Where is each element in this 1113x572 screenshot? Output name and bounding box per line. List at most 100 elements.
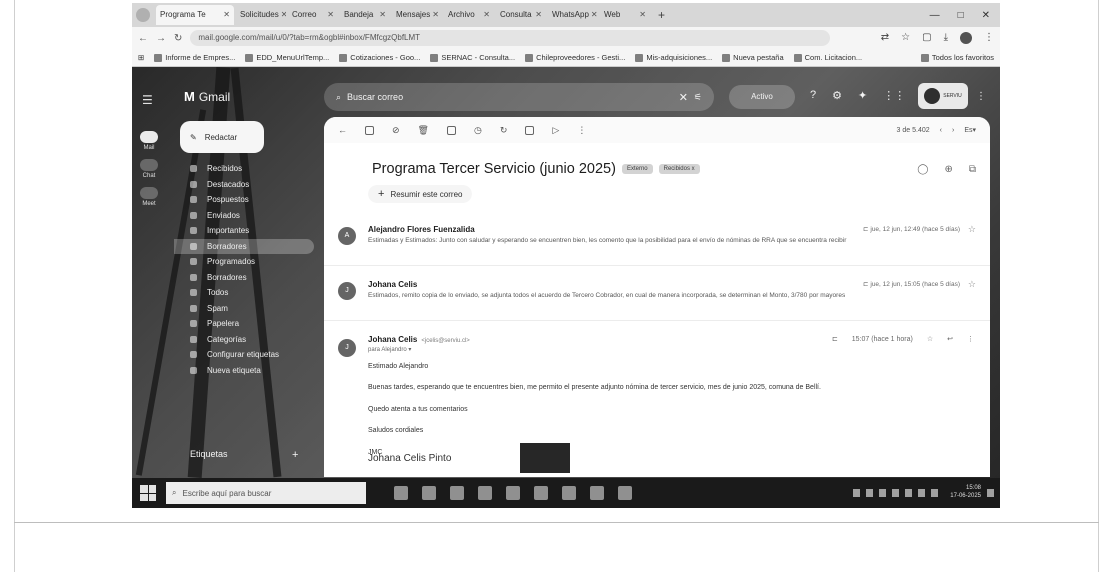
close-window-icon[interactable]: ✕ — [982, 10, 990, 21]
side-panel-icon[interactable]: ⋮ — [976, 91, 986, 102]
star-icon[interactable]: ☆ — [927, 335, 933, 343]
summarize-email-button[interactable]: + Resumir este correo — [368, 185, 473, 203]
rail-item-mail[interactable]: Mail — [135, 131, 163, 151]
nav-item[interactable]: Spam — [174, 301, 314, 317]
bookmark-item[interactable]: SERNAC - Consulta... — [430, 53, 515, 62]
reply-icon[interactable]: ↩ — [947, 335, 953, 343]
input-tools-icon[interactable]: Es▾ — [964, 126, 976, 134]
reload-icon[interactable]: ↻ — [174, 33, 182, 44]
close-tab-icon[interactable]: ✕ — [591, 5, 598, 25]
status-button[interactable]: Activo — [729, 85, 795, 109]
nav-item[interactable]: Papelera — [174, 316, 314, 332]
profile-avatar[interactable] — [960, 32, 972, 44]
translate-icon[interactable]: ⇄ — [881, 32, 889, 44]
back-to-inbox-icon[interactable]: ← — [338, 125, 347, 135]
tag-inbox[interactable]: Recibidos x — [658, 164, 700, 174]
nav-item[interactable]: Recibidos — [174, 161, 314, 177]
main-menu-icon[interactable]: ☰ — [142, 93, 153, 107]
nav-item[interactable]: Programados — [174, 254, 314, 270]
download-icon[interactable]: ⤓ — [944, 32, 948, 44]
nav-item[interactable]: Todos — [174, 285, 314, 301]
archive-icon[interactable] — [365, 125, 374, 135]
older-chevron-icon[interactable]: › — [952, 127, 954, 134]
bookmark-item[interactable]: EDD_MenuUrlTemp... — [245, 53, 329, 62]
bookmark-star-icon[interactable]: ☆ — [901, 32, 910, 44]
search-icon[interactable]: ⌕ — [336, 92, 341, 103]
more-options-icon[interactable]: ⋮ — [577, 125, 586, 136]
help-icon[interactable]: ? — [810, 89, 816, 102]
mail-icon[interactable] — [534, 486, 548, 500]
store-icon[interactable] — [506, 486, 520, 500]
gmail-logo[interactable]: M Gmail — [184, 89, 230, 104]
report-spam-icon[interactable]: ⊘ — [392, 125, 400, 136]
browser-menu-icon[interactable]: ⋮ — [984, 32, 994, 44]
wifi-icon[interactable] — [892, 489, 900, 497]
settings-gear-icon[interactable]: ⚙ — [832, 89, 842, 102]
edge-icon[interactable] — [422, 486, 436, 500]
message-more-icon[interactable]: ⋮ — [967, 335, 974, 343]
excel-icon[interactable] — [562, 486, 576, 500]
tray-icon[interactable] — [866, 489, 874, 497]
bookmark-item[interactable]: Nueva pestaña — [722, 53, 784, 62]
bookmark-item[interactable]: Cotizaciones - Goo... — [339, 53, 420, 62]
gemini-sparkle-icon[interactable]: ✦ — [858, 89, 867, 102]
task-view-icon[interactable] — [394, 486, 408, 500]
browser-tab[interactable]: Archivo ✕ — [444, 5, 494, 25]
clear-search-icon[interactable]: ✕ — [679, 91, 688, 104]
close-tab-icon[interactable]: ✕ — [432, 5, 439, 25]
add-task-icon[interactable]: ↻ — [500, 125, 508, 136]
message-sender[interactable]: Johana Celis — [368, 280, 417, 289]
close-tab-icon[interactable]: ✕ — [535, 5, 542, 25]
word-icon[interactable] — [618, 486, 632, 500]
nav-item[interactable]: Enviados — [174, 208, 314, 224]
search-mail-input[interactable]: ⌕ Buscar correo ✕ ⚟ — [324, 83, 714, 111]
nav-item[interactable]: Importantes — [174, 223, 314, 239]
close-tab-icon[interactable]: ✕ — [281, 5, 286, 25]
nav-item[interactable]: Destacados — [174, 177, 314, 193]
close-tab-icon[interactable]: ✕ — [483, 5, 490, 25]
star-icon[interactable]: ☆ — [968, 279, 976, 290]
browser-tab[interactable]: Correo ✕ — [288, 5, 338, 25]
new-tab-plus-icon[interactable]: + — [652, 8, 671, 22]
open-new-window-icon[interactable]: ⧉ — [969, 164, 976, 175]
move-to-icon[interactable] — [525, 125, 535, 135]
maximize-icon[interactable]: □ — [958, 10, 964, 21]
message-sender[interactable]: Alejandro Flores Fuenzalida — [368, 225, 475, 234]
browser-tab[interactable]: Web ✕ — [600, 5, 650, 25]
bookmark-item[interactable]: Informe de Empres... — [154, 53, 235, 62]
browser-tab[interactable]: Consulta ✕ — [496, 5, 546, 25]
open-message-sender[interactable]: Johana Celis — [368, 335, 417, 344]
close-tab-icon[interactable]: ✕ — [327, 5, 334, 25]
notifications-icon[interactable] — [987, 489, 994, 497]
tag-external[interactable]: Externo — [621, 164, 653, 174]
minimize-icon[interactable]: — — [930, 10, 940, 21]
label-icon[interactable]: ▷ — [552, 125, 559, 136]
tray-icon[interactable] — [853, 489, 861, 497]
language-icon[interactable] — [931, 489, 939, 497]
browser-tab[interactable]: Bandeja ✕ — [340, 5, 390, 25]
newer-chevron-icon[interactable]: ‹ — [940, 127, 942, 134]
file-explorer-icon[interactable] — [478, 486, 492, 500]
account-button[interactable]: SERVIU — [918, 83, 968, 109]
nav-item[interactable]: Borradores — [174, 238, 314, 254]
add-label-plus-icon[interactable]: + — [292, 449, 298, 461]
delete-icon[interactable]: 🗑 — [418, 125, 429, 136]
tab-search-icon[interactable] — [136, 8, 150, 22]
taskbar-clock[interactable]: 15:08 17-06-2025 — [950, 485, 981, 501]
bookmark-item[interactable]: Chileproveedores - Gesti... — [525, 53, 625, 62]
taskbar-search-input[interactable]: ⌕ Escribe aquí para buscar — [166, 482, 366, 504]
collapsed-message[interactable]: J Johana Celis Estimados, remito copia de … — [324, 266, 990, 321]
chrome-icon[interactable] — [450, 486, 464, 500]
nav-item[interactable]: Nueva etiqueta — [174, 363, 314, 379]
battery-icon[interactable] — [918, 489, 926, 497]
snooze-clock-icon[interactable]: ◷ — [474, 125, 482, 136]
volume-icon[interactable] — [905, 489, 913, 497]
star-icon[interactable]: ☆ — [968, 224, 976, 235]
tray-icon[interactable] — [879, 489, 887, 497]
nav-item[interactable]: Pospuestos — [174, 192, 314, 208]
rail-item-chat[interactable]: Chat — [135, 159, 163, 179]
windows-start-icon[interactable] — [140, 485, 156, 501]
all-bookmarks-link[interactable]: Todos los favoritos — [920, 53, 994, 62]
compose-button[interactable]: ✎ Redactar — [180, 121, 264, 153]
close-tab-icon[interactable]: ✕ — [639, 5, 646, 25]
